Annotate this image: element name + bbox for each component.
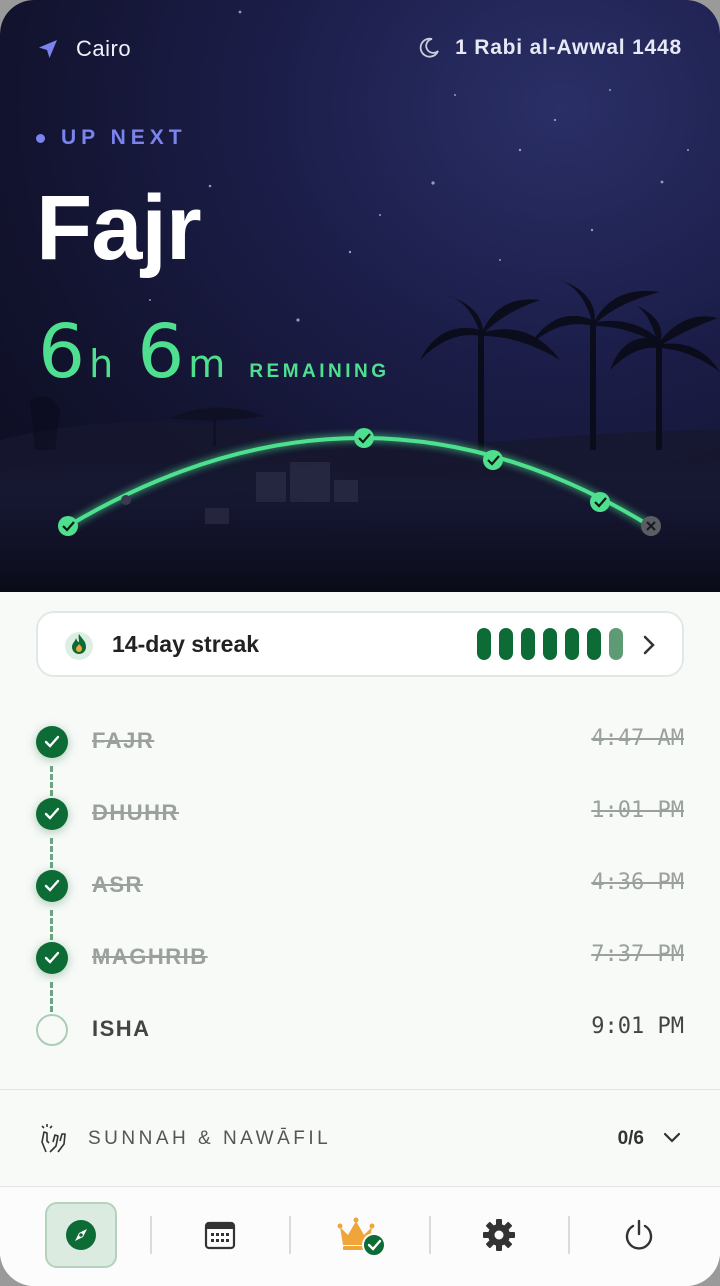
- calendar-icon: [204, 1221, 236, 1250]
- arc-node-isha: [641, 516, 661, 536]
- arc-node-sunrise: [121, 495, 131, 505]
- sunnah-count: 0/6: [617, 1128, 644, 1149]
- prayer-name: ASR: [92, 872, 143, 897]
- countdown-minutes-unit: m: [188, 342, 226, 386]
- power-icon: [625, 1219, 653, 1250]
- streak-segment-partial: [609, 628, 623, 660]
- prayer-row-dhuhr[interactable]: DHUHR 1:01 PM: [0, 778, 720, 850]
- prayer-checkbox[interactable]: [36, 798, 68, 830]
- streak-segment: [543, 628, 557, 660]
- nav-separator: [289, 1216, 291, 1254]
- nav-separator: [429, 1216, 431, 1254]
- prayer-checkbox[interactable]: [36, 1014, 68, 1046]
- streak-segment: [499, 628, 513, 660]
- nav-calendar[interactable]: [184, 1202, 256, 1268]
- hijri-date: 1 Rabi al-Awwal 1448: [417, 36, 682, 60]
- prayer-time: 7:37 PM: [591, 942, 684, 967]
- check-icon: [44, 879, 60, 892]
- countdown: 6 h 6 m REMAINING: [38, 312, 390, 392]
- crown-icon: [337, 1217, 386, 1257]
- streak-segment: [565, 628, 579, 660]
- check-icon: [44, 735, 60, 748]
- sunnah-label: SUNNAH & NAWĀFIL: [88, 1128, 332, 1149]
- location-arrow-icon: [39, 40, 57, 58]
- prayer-time: 9:01 PM: [591, 1014, 684, 1039]
- flame-icon: [65, 632, 93, 660]
- countdown-hours-unit: h: [89, 342, 114, 386]
- prayer-checkbox[interactable]: [36, 942, 68, 974]
- prayer-time: 1:01 PM: [591, 798, 684, 823]
- check-icon: [44, 807, 60, 820]
- chevron-down-icon[interactable]: [662, 1128, 682, 1148]
- prayer-time: 4:47 AM: [591, 726, 684, 751]
- nav-separator: [150, 1216, 152, 1254]
- streak-segment: [477, 628, 491, 660]
- moon-icon: [419, 37, 439, 58]
- countdown-hours: 6: [38, 309, 86, 395]
- hero-panel: Cairo 1 Rabi al-Awwal 1448 UP NEXT Fajr …: [0, 0, 720, 592]
- arc-node-maghrib: [590, 492, 610, 512]
- compass-icon: [66, 1220, 96, 1250]
- nav-quit[interactable]: [603, 1202, 675, 1268]
- prayer-name: FAJR: [92, 728, 155, 753]
- check-icon: [44, 951, 60, 964]
- prayer-row-isha[interactable]: ISHA 9:01 PM: [0, 994, 720, 1066]
- bottom-nav: [0, 1188, 720, 1286]
- streak-label: 14-day streak: [112, 630, 260, 657]
- remaining-label: REMAINING: [249, 361, 390, 382]
- nav-achievements[interactable]: [324, 1202, 396, 1268]
- location-label: Cairo: [76, 36, 132, 61]
- nav-settings[interactable]: [463, 1202, 535, 1268]
- countdown-minutes: 6: [137, 309, 185, 395]
- chevron-right-icon[interactable]: [640, 631, 658, 659]
- nav-today[interactable]: [45, 1202, 117, 1268]
- streak-card[interactable]: 14-day streak: [36, 611, 684, 677]
- prayer-name: MAGHRIB: [92, 944, 208, 969]
- arc-node-dhuhr: [354, 428, 374, 448]
- gear-icon: [483, 1219, 515, 1251]
- next-prayer-name: Fajr: [36, 177, 202, 279]
- sunnah-section[interactable]: SUNNAH & NAWĀFIL 0/6: [0, 1089, 720, 1187]
- prayer-row-fajr[interactable]: FAJR 4:47 AM: [0, 706, 720, 778]
- night-scene-illustration: [0, 10, 720, 592]
- streak-segment: [521, 628, 535, 660]
- prayer-row-asr[interactable]: ASR 4:36 PM: [0, 850, 720, 922]
- app-window: Cairo 1 Rabi al-Awwal 1448 UP NEXT Fajr …: [0, 0, 720, 1286]
- streak-segment: [587, 628, 601, 660]
- streak-progress: [477, 628, 623, 660]
- prayer-name: ISHA: [92, 1016, 151, 1041]
- up-next-text: UP NEXT: [61, 126, 187, 149]
- prayer-checkbox[interactable]: [36, 726, 68, 758]
- prayer-name: DHUHR: [92, 800, 179, 825]
- prayer-time: 4:36 PM: [591, 870, 684, 895]
- nav-separator: [568, 1216, 570, 1254]
- up-next-label: UP NEXT: [36, 126, 187, 150]
- up-next-dot: [36, 133, 45, 143]
- prayer-row-maghrib[interactable]: MAGHRIB 7:37 PM: [0, 922, 720, 994]
- prayer-checkbox[interactable]: [36, 870, 68, 902]
- praying-hands-icon: [41, 1124, 66, 1153]
- hijri-date-label: 1 Rabi al-Awwal 1448: [455, 36, 682, 59]
- arc-node-asr: [483, 450, 503, 470]
- location[interactable]: Cairo: [36, 36, 131, 62]
- arc-node-fajr: [58, 516, 78, 536]
